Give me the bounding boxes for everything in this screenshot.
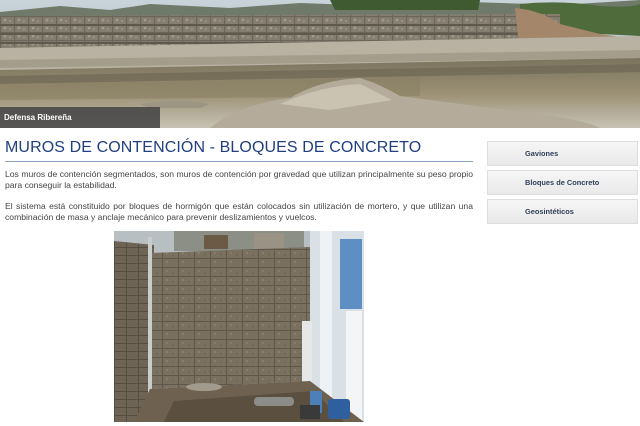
page-title: MUROS DE CONTENCIÓN - BLOQUES DE CONCRET… [5, 138, 473, 162]
sidebar-nav: Gaviones Bloques de Concreto Geosintétic… [487, 141, 638, 228]
banner-caption: Defensa Ribereña [0, 107, 160, 128]
main-content: MUROS DE CONTENCIÓN - BLOQUES DE CONCRET… [5, 138, 473, 223]
intro-paragraph: Los muros de contención segmentados, son… [5, 169, 473, 190]
sidebar-item-bloques-de-concreto[interactable]: Bloques de Concreto [487, 170, 638, 195]
hero-banner: Defensa Ribereña [0, 0, 640, 128]
sidebar-item-geosinteticos[interactable]: Geosintéticos [487, 199, 638, 224]
system-paragraph: El sistema está constituido por bloques … [5, 201, 473, 222]
sidebar-item-gaviones[interactable]: Gaviones [487, 141, 638, 166]
concrete-block-wall-photo [114, 231, 364, 422]
